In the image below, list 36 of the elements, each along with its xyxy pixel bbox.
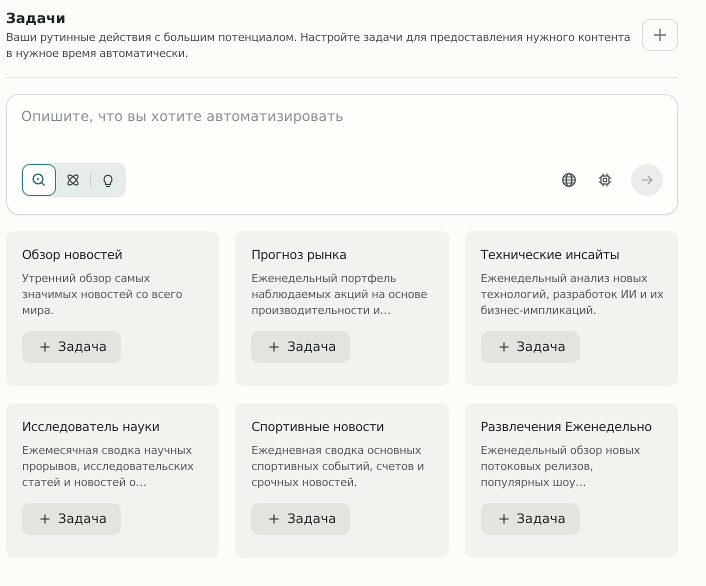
prompt-field[interactable]: Опишите, что вы хотите автоматизировать: [6, 94, 678, 215]
card-title: Развлечения Еженедельно: [480, 419, 653, 434]
plus-icon: [498, 342, 509, 352]
page-subtitle: Ваши рутинные действия с большим потенциалом. Настройте задачи для предоставления нужного контента в нужное время автоматически.: [6, 30, 632, 62]
card-description: Утренний обзор самых значимых новостей со всего мира.: [22, 271, 184, 319]
card-description: Ежедневная сводка основных спортивных событий, счетов и срочных новостей.: [251, 443, 426, 491]
card-description: Еженедельный портфель наблюдаемых акций на основе производительности и…: [251, 271, 428, 319]
add-task-button[interactable]: Задача: [480, 331, 580, 363]
globe-icon: [561, 172, 577, 188]
plus-icon: [653, 28, 667, 42]
card-description: Еженедельный обзор новых потоковых релизов, популярных шоу…: [480, 443, 642, 491]
page-title: Задачи: [6, 11, 67, 27]
plus-icon: [40, 514, 50, 524]
search-mode-button[interactable]: [22, 164, 56, 196]
plus-icon: [40, 342, 50, 352]
plus-icon: [269, 514, 280, 524]
card-title: Обзор новостей: [22, 247, 124, 262]
prompt-input[interactable]: Опишите, что вы хотите автоматизировать: [7, 95, 677, 159]
add-task-button[interactable]: Задача: [480, 503, 580, 535]
add-task-button[interactable]: Задача: [251, 331, 350, 363]
add-task-button[interactable]: Задача: [251, 503, 350, 535]
search-icon: [31, 172, 47, 188]
plus-icon: [269, 342, 280, 352]
card-title: Исследователь науки: [22, 419, 161, 434]
add-button[interactable]: [642, 19, 678, 51]
card-description: Ежемесячная сводка научных прорывов, исследовательских статей и новостей о…: [22, 443, 195, 491]
chip-icon: [597, 172, 613, 188]
plus-icon: [498, 514, 509, 524]
add-task-button[interactable]: Задача: [22, 503, 121, 535]
card-description: Еженедельный анализ новых технологий, разработок ИИ и их бизнес-импликаций.: [480, 271, 664, 319]
arrow-right-icon: [640, 173, 654, 187]
add-task-button[interactable]: Задача: [22, 331, 121, 363]
card-title: Технические инсайты: [480, 247, 620, 262]
card-title: Спортивные новости: [251, 419, 386, 434]
card-title: Прогноз рынка: [251, 247, 348, 262]
atom-icon: [65, 172, 81, 188]
